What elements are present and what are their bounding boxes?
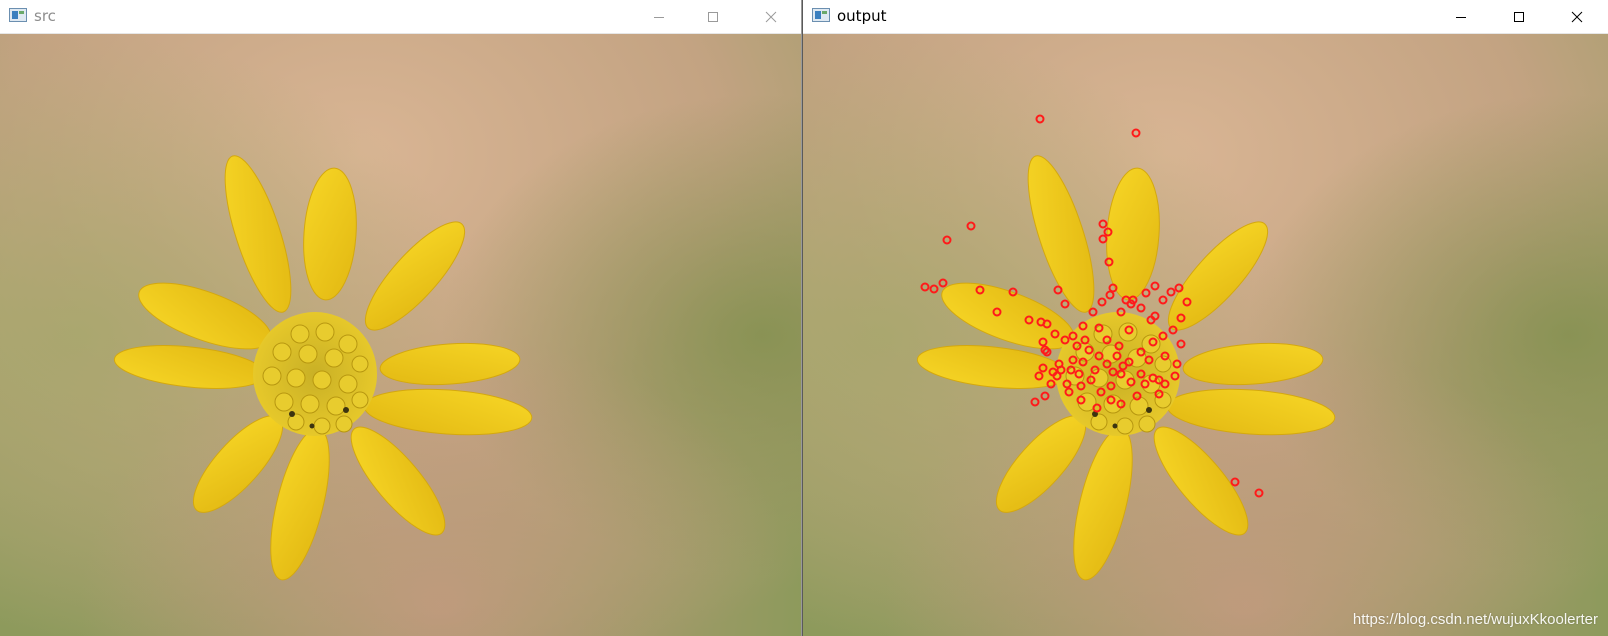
window-title: src xyxy=(34,7,56,25)
output-image: https://blog.csdn.net/wujuxKkoolerter xyxy=(803,34,1608,636)
close-button[interactable] xyxy=(1554,0,1600,33)
maximize-button[interactable] xyxy=(1496,0,1542,33)
close-icon xyxy=(765,11,777,22)
output-window: output https://blog.csdn.net/wujuxKkoole… xyxy=(802,0,1608,636)
minimize-icon xyxy=(1456,16,1466,18)
src-image xyxy=(0,34,801,636)
close-button[interactable] xyxy=(748,0,794,33)
app-icon xyxy=(812,8,830,22)
src-titlebar[interactable]: src xyxy=(0,0,801,34)
maximize-button[interactable] xyxy=(690,0,736,33)
close-icon xyxy=(1571,11,1583,22)
maximize-icon xyxy=(1514,11,1524,22)
minimize-button[interactable] xyxy=(636,0,682,33)
app-icon xyxy=(9,8,27,22)
flower-image xyxy=(0,34,801,636)
minimize-button[interactable] xyxy=(1438,0,1484,33)
window-title: output xyxy=(837,7,887,25)
output-titlebar[interactable]: output xyxy=(803,0,1608,34)
minimize-icon xyxy=(654,16,664,18)
src-window: src xyxy=(0,0,802,636)
flower-image-with-keypoints xyxy=(803,34,1608,636)
maximize-icon xyxy=(708,11,718,22)
watermark: https://blog.csdn.net/wujuxKkoolerter xyxy=(1352,611,1598,628)
